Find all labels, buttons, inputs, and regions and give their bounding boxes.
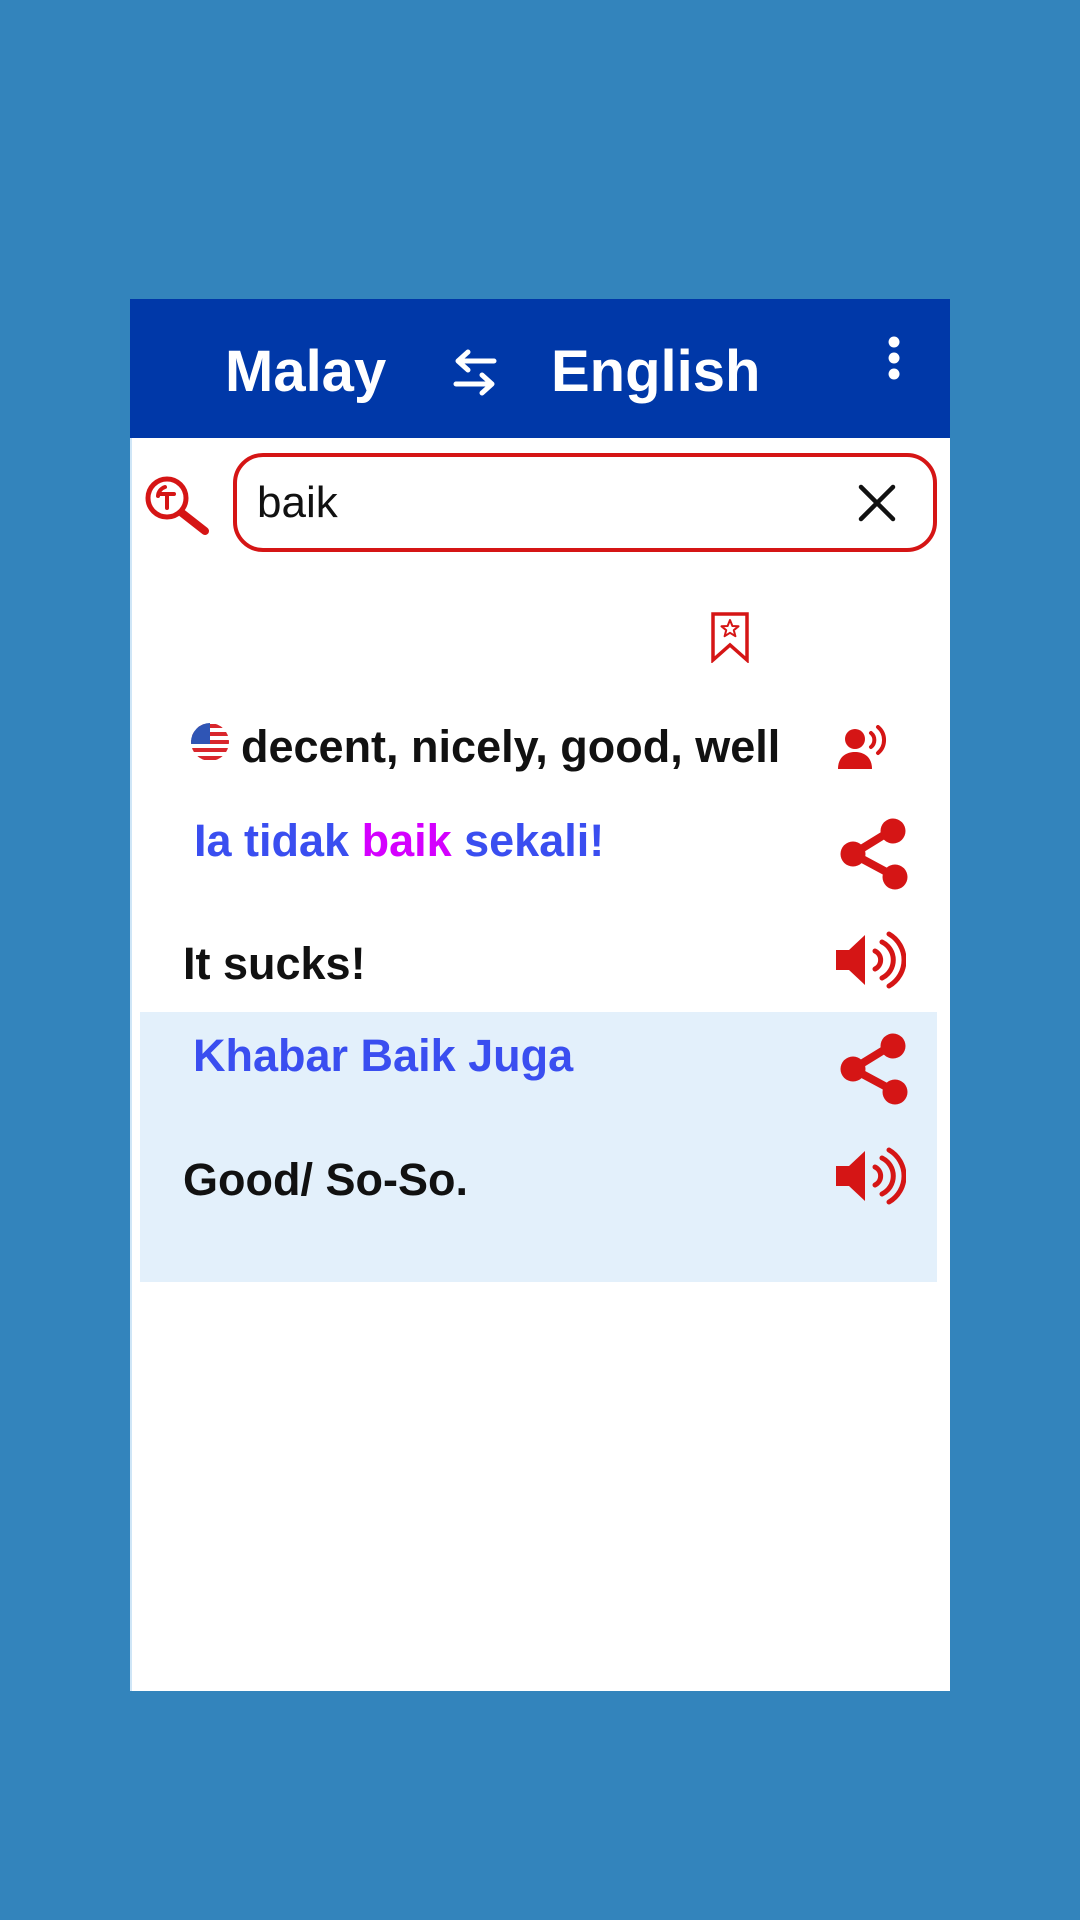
- more-vert-icon[interactable]: [878, 334, 910, 382]
- sentence-part: Ia tidak: [194, 815, 362, 866]
- target-language-selector[interactable]: English: [551, 343, 760, 401]
- source-language-selector[interactable]: Malay: [225, 343, 386, 401]
- example-translation: Good/ So-So.: [183, 1154, 468, 1205]
- keyword-highlight: baik: [361, 815, 452, 866]
- close-icon[interactable]: [857, 483, 897, 523]
- example-source-sentence: Ia tidak baik sekali!: [194, 818, 604, 863]
- text-search-icon[interactable]: [143, 474, 215, 538]
- speaker-icon[interactable]: [834, 1147, 907, 1205]
- us-flag-icon: [190, 722, 230, 762]
- sentence-part: Khabar Baik Juga: [193, 1030, 574, 1081]
- search-field[interactable]: [233, 453, 937, 552]
- bookmark-star-icon[interactable]: [709, 611, 751, 664]
- search-input[interactable]: [257, 473, 817, 533]
- example-source-sentence: Khabar Baik Juga: [193, 1033, 573, 1078]
- example-translation: It sucks!: [183, 938, 366, 989]
- share-icon[interactable]: [840, 818, 910, 890]
- voice-person-icon[interactable]: [836, 725, 892, 771]
- speaker-icon[interactable]: [834, 931, 907, 989]
- translation-meaning: decent, nicely, good, well: [241, 721, 781, 772]
- swap-arrows-icon[interactable]: [452, 348, 498, 398]
- sentence-part: sekali!: [451, 815, 605, 866]
- share-icon[interactable]: [840, 1033, 910, 1105]
